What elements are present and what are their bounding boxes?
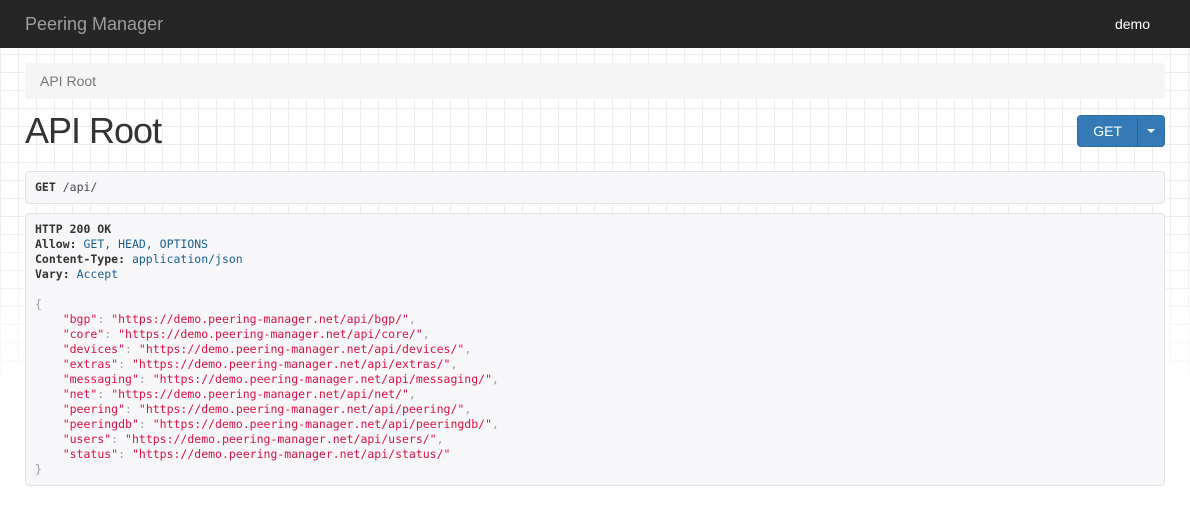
response-content: HTTP 200 OK Allow: GET, HEAD, OPTIONS Co… <box>25 213 1165 486</box>
response-info: HTTP 200 OK Allow: GET, HEAD, OPTIONS Co… <box>25 213 1165 486</box>
brand-link[interactable]: Peering Manager <box>25 14 163 35</box>
navbar: Peering Manager demo <box>0 0 1190 48</box>
breadcrumb-item-api-root: API Root <box>40 73 96 89</box>
request-info: GET /api/ <box>25 171 1165 204</box>
caret-down-icon <box>1147 129 1155 133</box>
request-line: GET /api/ <box>25 171 1165 204</box>
breadcrumb: API Root <box>25 63 1165 99</box>
get-button-group: GET <box>1077 115 1165 147</box>
get-button[interactable]: GET <box>1077 115 1137 147</box>
user-menu-link[interactable]: demo <box>1115 16 1165 32</box>
page-header: API Root GET <box>25 101 1165 161</box>
get-dropdown-toggle[interactable] <box>1137 115 1165 147</box>
request-path: /api/ <box>63 180 98 194</box>
page-title: API Root <box>25 111 161 151</box>
request-method: GET <box>35 180 56 194</box>
